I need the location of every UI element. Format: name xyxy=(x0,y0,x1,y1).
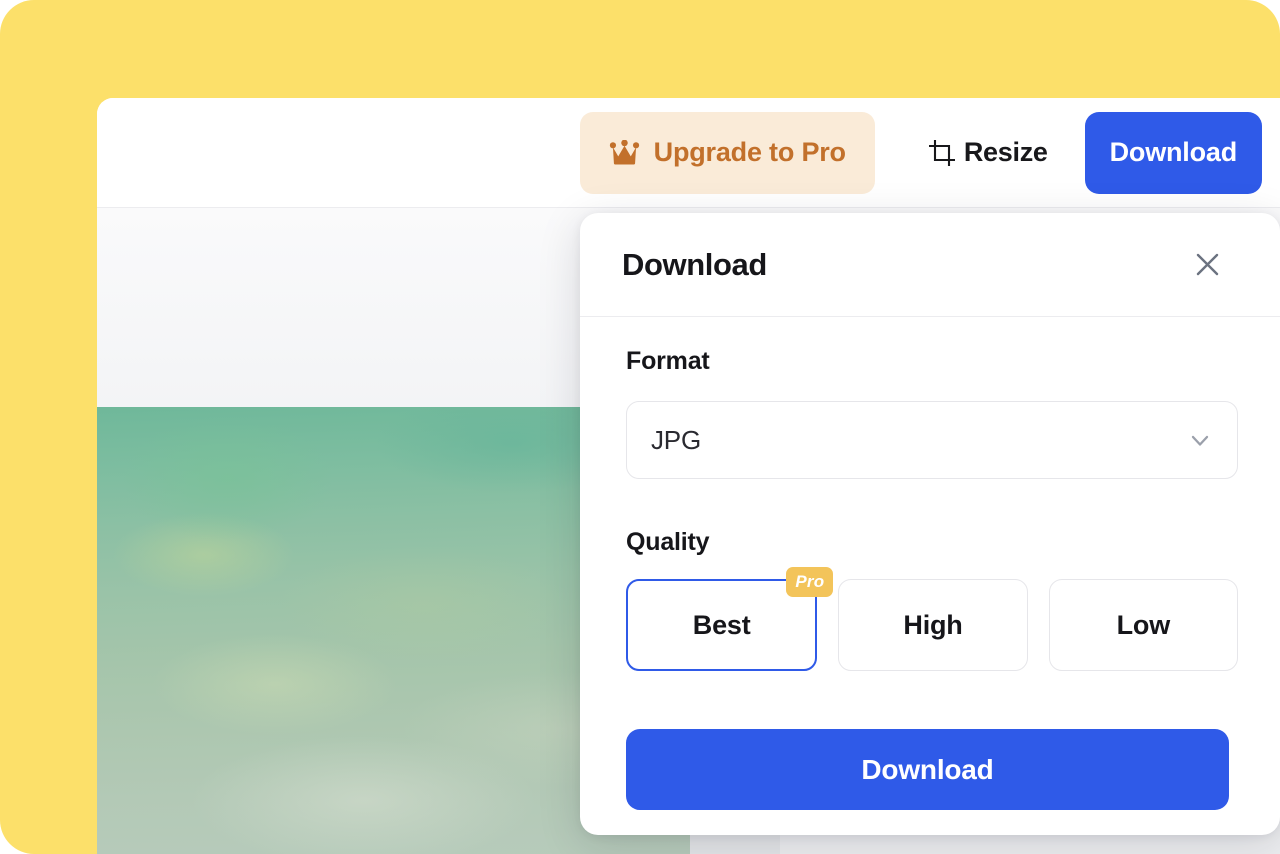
dialog-title: Download xyxy=(622,246,767,282)
chevron-down-icon xyxy=(1191,435,1209,446)
quality-option-best-label: Best xyxy=(692,609,751,640)
quality-option-high-label: High xyxy=(903,609,963,640)
upgrade-to-pro-label: Upgrade to Pro xyxy=(653,137,846,167)
dialog-body: Format JPG Quality Best Pro High Low Dow… xyxy=(580,317,1280,810)
quality-option-best[interactable]: Best Pro xyxy=(626,567,834,671)
quality-options-row: Best Pro High Low xyxy=(626,567,1238,671)
crop-icon xyxy=(928,139,955,166)
format-select[interactable]: JPG xyxy=(626,401,1238,479)
crown-icon xyxy=(609,139,640,166)
close-icon xyxy=(1196,253,1218,276)
upgrade-to-pro-button[interactable]: Upgrade to Pro xyxy=(579,111,875,194)
quality-option-low[interactable]: Low xyxy=(1048,579,1238,671)
editor-toolbar: Upgrade to Pro Resize Download xyxy=(97,98,1280,208)
download-dialog: Download Format JPG Quality Best Pro Hig… xyxy=(580,213,1280,835)
dialog-header: Download xyxy=(580,213,1280,317)
format-label: Format xyxy=(626,347,710,375)
toolbar-download-button[interactable]: Download xyxy=(1084,111,1262,194)
screenshot-stage: Upgrade to Pro Resize Download Download … xyxy=(0,0,1280,854)
format-selected-value: JPG xyxy=(651,424,701,455)
close-dialog-button[interactable] xyxy=(1190,248,1224,282)
quality-label: Quality xyxy=(626,528,710,556)
dialog-download-submit-button[interactable]: Download xyxy=(626,729,1229,810)
quality-option-high[interactable]: High xyxy=(838,579,1028,671)
resize-label: Resize xyxy=(963,137,1048,167)
resize-button[interactable]: Resize xyxy=(919,112,1058,194)
pro-badge: Pro xyxy=(786,567,834,597)
toolbar-download-label: Download xyxy=(1109,137,1238,167)
quality-option-low-label: Low xyxy=(1116,609,1171,640)
